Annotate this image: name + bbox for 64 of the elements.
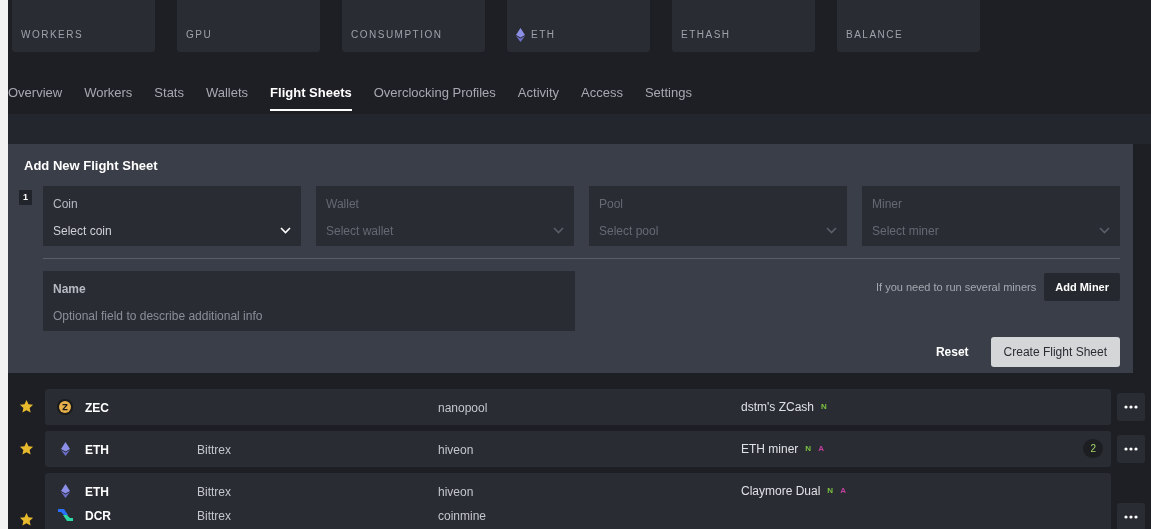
wallet-name: Bittrex [197, 442, 231, 457]
gpu-tag: A [818, 442, 824, 455]
diamond-icon [516, 27, 525, 42]
pool-name: hiveon [438, 484, 474, 499]
count-badge: 2 [1083, 439, 1103, 458]
stat-label: GPU [186, 28, 213, 42]
stat-label: ETH [531, 28, 556, 42]
pool-name: coinmine [438, 508, 487, 523]
pool-name: hiveon [438, 442, 474, 457]
stat-label: WORKERS [21, 28, 84, 42]
more-button[interactable] [1117, 502, 1145, 529]
flight-sheet-card[interactable]: ETH Bittrex hiveon Claymore Dual N A DCR Bittrex coinmine [45, 472, 1111, 529]
gpu-tag: N [821, 400, 827, 413]
star-icon[interactable] [19, 399, 34, 414]
flight-sheet-card[interactable]: ETH Bittrex hiveon ETH miner N A 2 [45, 430, 1111, 467]
coin-name: ETH [85, 484, 109, 499]
chevron-down-icon [553, 227, 564, 234]
tab[interactable]: Flight Sheets [270, 83, 352, 111]
gpu-tag: N [805, 442, 812, 455]
diamond-icon [60, 483, 70, 498]
stat-label: BALANCE [846, 28, 904, 42]
star-icon[interactable] [19, 441, 34, 456]
tab[interactable]: Overview [8, 83, 63, 111]
pool-name: nanopool [438, 400, 488, 415]
create-flight-sheet-button[interactable]: Create Flight Sheet [990, 336, 1120, 367]
chevron-down-icon [280, 227, 291, 234]
select-field[interactable]: Coin Select coin [43, 185, 301, 246]
coin-name: ZEC [85, 400, 109, 415]
name-field[interactable]: Name Optional field to describe additional info [43, 270, 575, 331]
stat-label: ETHASH [681, 28, 731, 42]
hint-text: If you need to run several miners [876, 279, 1037, 295]
more-icon [1124, 404, 1138, 409]
wallet-name: Bittrex [197, 508, 231, 523]
arrows-icon [56, 507, 74, 522]
coin-icon [57, 398, 73, 415]
star-icon[interactable] [19, 511, 34, 527]
tab[interactable]: Overclocking Profiles [373, 83, 496, 111]
chevron-down-icon [1099, 227, 1110, 234]
form-title: Add New Flight Sheet [23, 157, 159, 175]
tab[interactable]: Stats [154, 83, 184, 111]
more-button[interactable] [1117, 434, 1145, 463]
more-button[interactable] [1117, 392, 1145, 421]
miner-name: ETH miner [741, 440, 799, 458]
tab[interactable]: Activity [517, 83, 559, 111]
miner-name: dstm's ZCash [741, 398, 814, 416]
step-number: 1 [19, 189, 32, 205]
more-icon [1124, 514, 1138, 519]
gpu-tag: A [840, 484, 846, 497]
tab[interactable]: Settings [644, 83, 692, 111]
coin-name: DCR [85, 508, 111, 523]
stat-label: CONSUMPTION [351, 28, 443, 42]
coin-name: ETH [85, 442, 109, 457]
chevron-down-icon [826, 227, 837, 234]
add-miner-button[interactable]: Add Miner [1044, 272, 1120, 301]
tab[interactable]: Workers [84, 83, 133, 111]
diamond-icon [60, 441, 70, 456]
more-icon [1124, 446, 1138, 451]
flight-sheet-card[interactable]: ZEC nanopool dstm's ZCash N [45, 388, 1111, 425]
gpu-tag: N [827, 484, 834, 497]
tab[interactable]: Wallets [205, 83, 249, 111]
wallet-name: Bittrex [197, 484, 231, 499]
reset-button[interactable]: Reset [935, 342, 969, 361]
miner-name: Claymore Dual [741, 482, 821, 500]
tab[interactable]: Access [581, 83, 623, 111]
